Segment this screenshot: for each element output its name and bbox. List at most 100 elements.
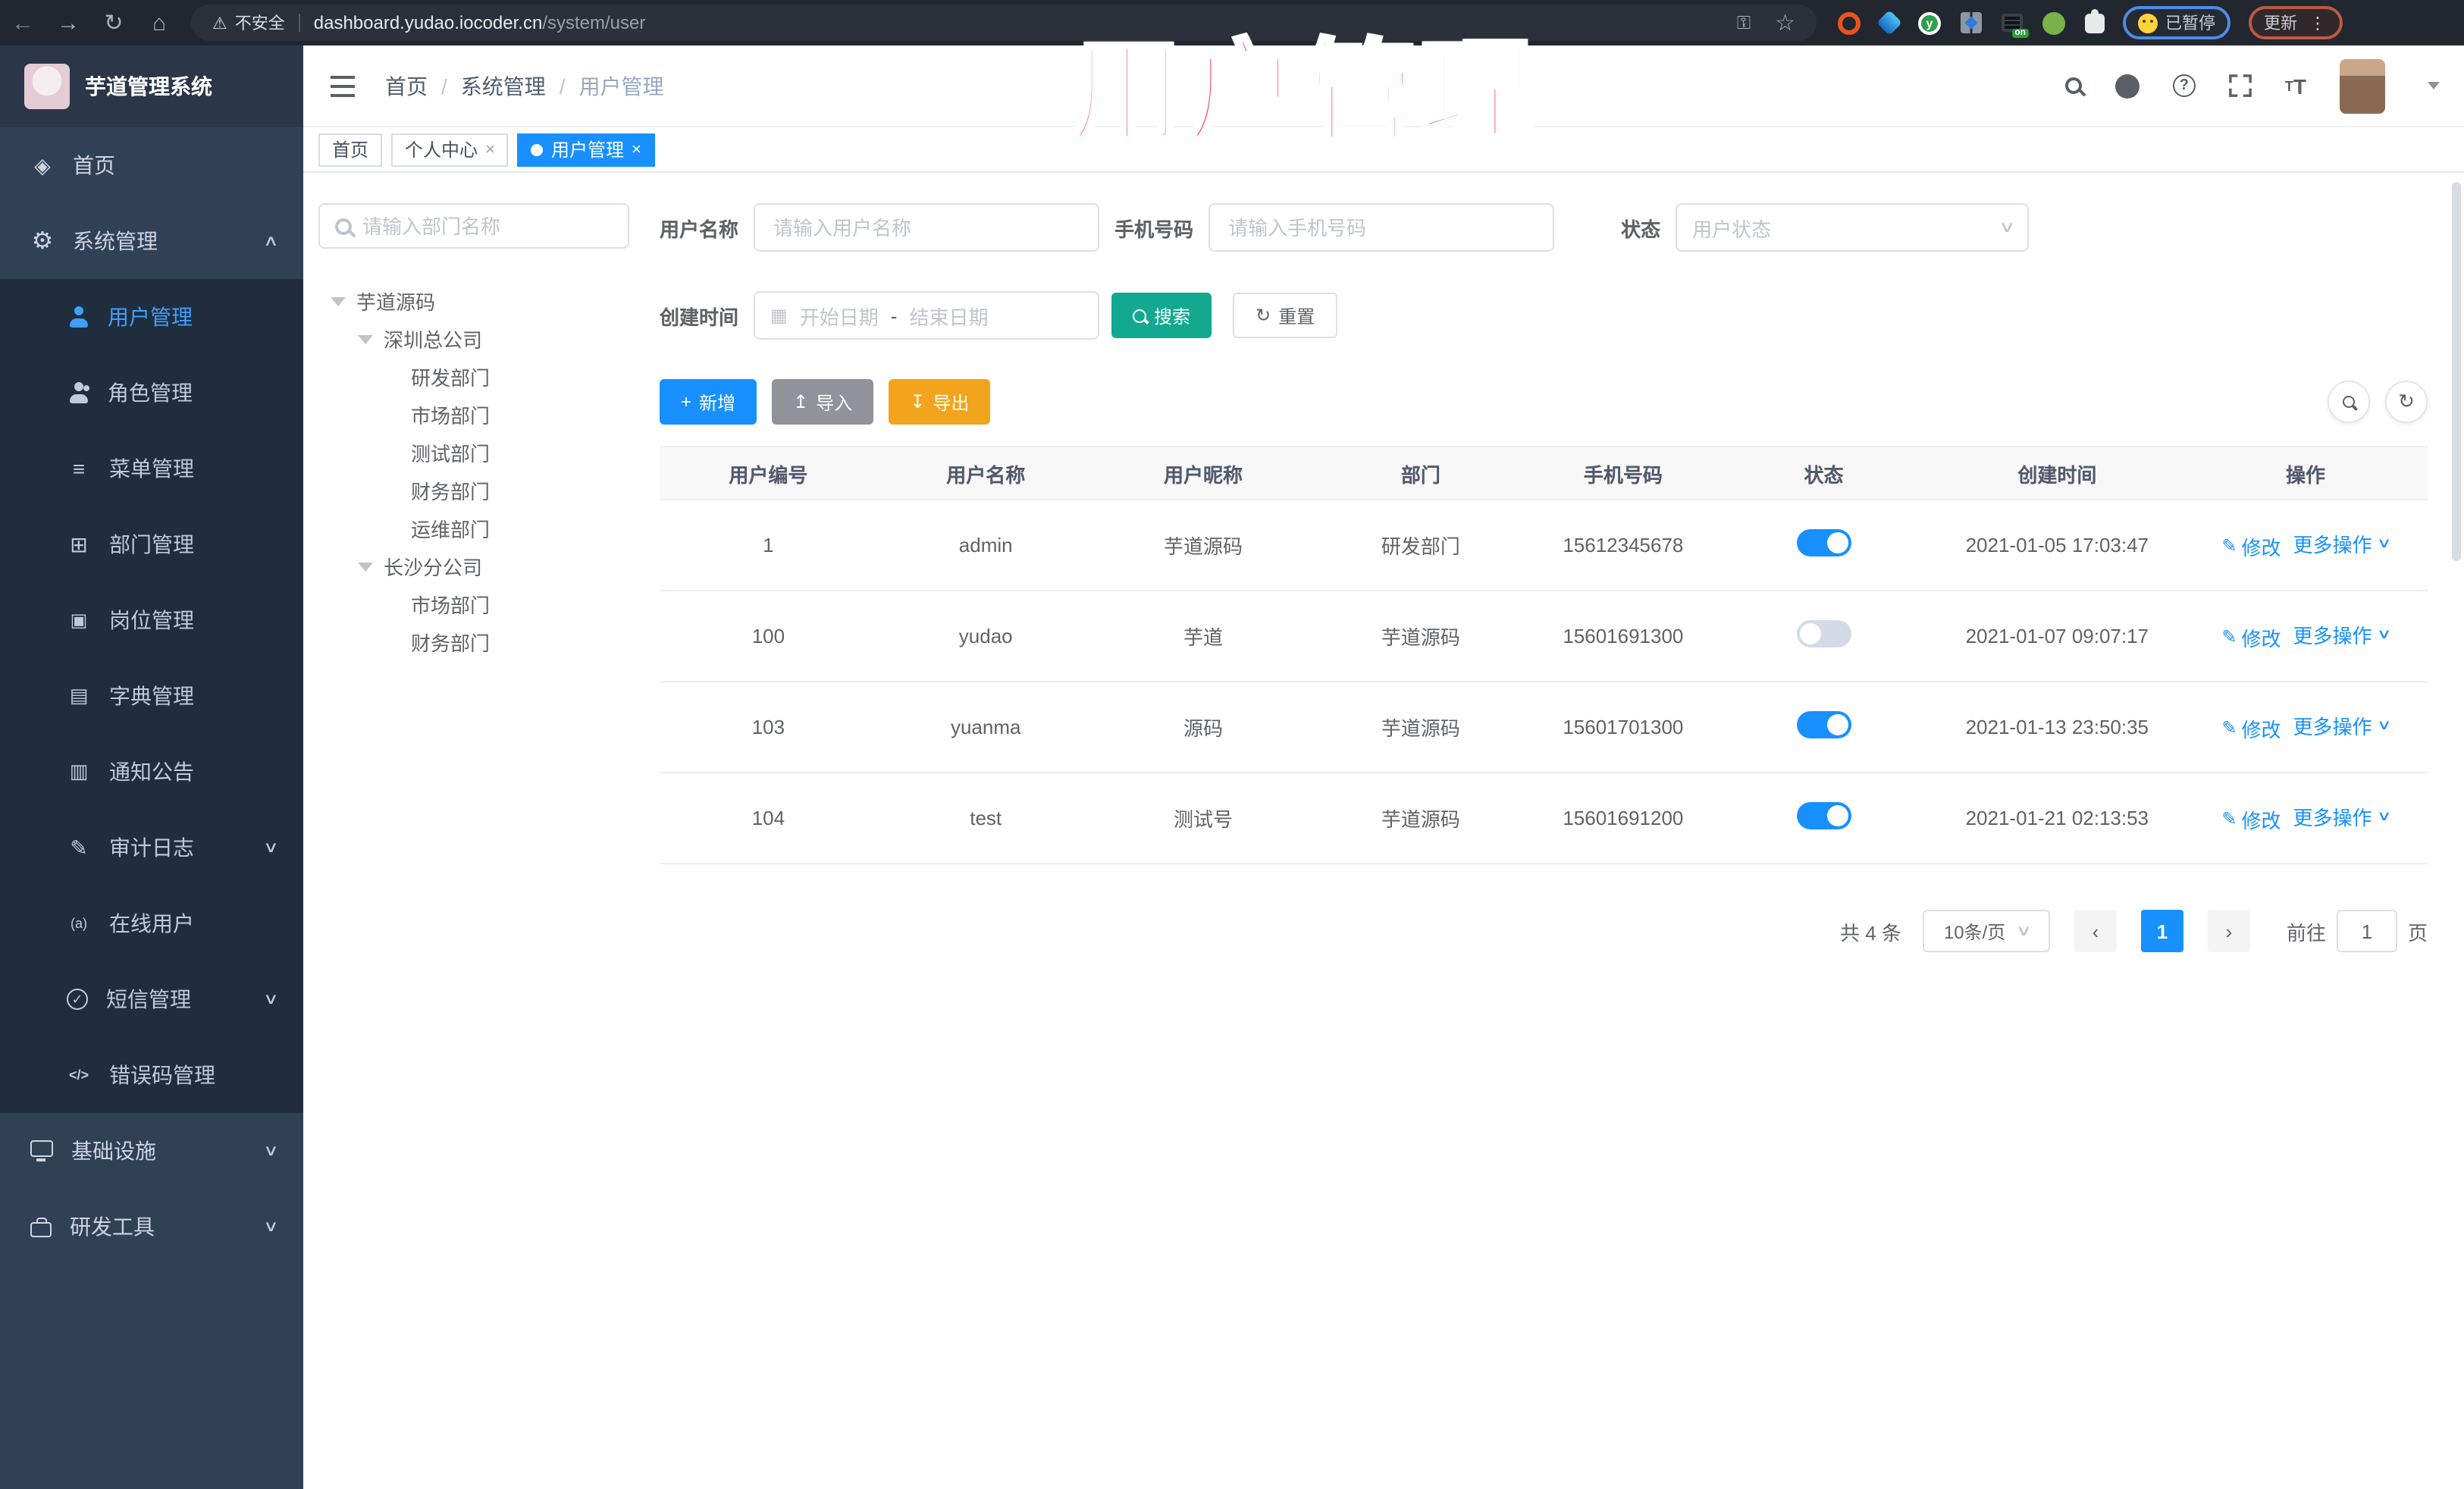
bookmark-star-icon[interactable]: ☆ bbox=[1775, 9, 1795, 36]
search-icon bbox=[1133, 309, 1147, 322]
sidebar-item-基础设施[interactable]: 基础设施 ∨ bbox=[0, 1113, 303, 1189]
edit-link[interactable]: ✎ 修改 bbox=[2221, 805, 2281, 834]
username-input[interactable] bbox=[754, 203, 1100, 252]
tree-node-研发部门[interactable]: 研发部门 bbox=[318, 358, 629, 396]
browser-forward-icon[interactable]: → bbox=[45, 10, 91, 36]
tree-node-财务部门[interactable]: 财务部门 bbox=[318, 472, 629, 509]
edit-link[interactable]: ✎ 修改 bbox=[2221, 532, 2281, 561]
sidebar-item-通知公告[interactable]: 通知公告 bbox=[0, 734, 303, 810]
tree-node-深圳总公司[interactable]: 深圳总公司 bbox=[318, 320, 629, 358]
status-toggle[interactable] bbox=[1796, 529, 1851, 556]
dept-search-box[interactable] bbox=[318, 203, 629, 249]
tree-node-财务部门[interactable]: 财务部门 bbox=[318, 623, 629, 661]
tree-expand-icon[interactable] bbox=[358, 562, 373, 571]
status-toggle[interactable] bbox=[1796, 802, 1851, 829]
extension-y-icon[interactable]: y bbox=[1918, 11, 1941, 34]
cell-created: 2021-01-13 23:50:35 bbox=[1930, 682, 2184, 773]
user-table: 用户编号 用户名称 用户昵称 部门 手机号码 状态 创建时间 操作 1 admin 芋道源码 研发部… bbox=[660, 446, 2428, 864]
goto-page-input[interactable] bbox=[2336, 910, 2397, 952]
add-user-button[interactable]: + 新增 bbox=[660, 379, 757, 425]
breadcrumb-home[interactable]: 首页 bbox=[385, 71, 428, 101]
tree-node-运维部门[interactable]: 运维部门 bbox=[318, 509, 629, 547]
browser-back-icon[interactable]: ← bbox=[0, 10, 45, 36]
more-actions-link[interactable]: 更多操作 ∨ bbox=[2293, 621, 2393, 650]
tree-node-长沙分公司[interactable]: 长沙分公司 bbox=[318, 547, 629, 585]
github-icon[interactable] bbox=[2114, 74, 2140, 98]
app-logo[interactable]: 芋道管理系统 bbox=[0, 45, 303, 127]
sidebar-item-角色管理[interactable]: 角色管理 bbox=[0, 355, 303, 431]
tab-个人中心[interactable]: 个人中心 × bbox=[391, 133, 509, 166]
next-page-button[interactable]: › bbox=[2207, 910, 2250, 952]
extension-ubuntu-icon[interactable] bbox=[1838, 11, 1861, 34]
extension-kite-icon[interactable] bbox=[1876, 10, 1902, 36]
column-header: 状态 bbox=[1716, 446, 1931, 500]
sidebar-item-岗位管理[interactable]: 岗位管理 bbox=[0, 582, 303, 658]
more-actions-link[interactable]: 更多操作 ∨ bbox=[2293, 803, 2393, 832]
browser-update-button[interactable]: 更新 ⋮ bbox=[2249, 6, 2343, 39]
status-toggle[interactable] bbox=[1796, 711, 1851, 738]
date-range-picker[interactable]: ▦ 开始日期 - 结束日期 bbox=[754, 291, 1100, 340]
sidebar-item-系统管理[interactable]: 系统管理 ∧ bbox=[0, 203, 303, 279]
refresh-table-button[interactable]: ↻ bbox=[2385, 381, 2428, 423]
tree-node-市场部门[interactable]: 市场部门 bbox=[318, 585, 629, 623]
more-actions-link[interactable]: 更多操作 ∨ bbox=[2293, 712, 2393, 741]
more-actions-link[interactable]: 更多操作 ∨ bbox=[2293, 530, 2393, 559]
tree-node-label: 运维部门 bbox=[411, 519, 491, 541]
export-button[interactable]: ↧ 导出 bbox=[889, 379, 991, 425]
edit-pencil-icon: ✎ bbox=[2221, 535, 2237, 557]
browser-profile-chip[interactable]: 已暂停 bbox=[2123, 6, 2230, 39]
page-size-select[interactable]: 10条/页 ∨ bbox=[1922, 910, 2050, 952]
edit-link[interactable]: ✎ 修改 bbox=[2221, 714, 2281, 743]
not-secure-warning-icon: ⚠ bbox=[212, 14, 227, 33]
tree-expand-icon[interactable] bbox=[331, 296, 346, 306]
page-1-button[interactable]: 1 bbox=[2140, 910, 2183, 952]
sidebar-item-审计日志[interactable]: 审计日志 ∨ bbox=[0, 810, 303, 886]
sidebar-item-用户管理[interactable]: 用户管理 bbox=[0, 279, 303, 355]
tab-用户管理[interactable]: 用户管理 × bbox=[517, 133, 655, 166]
extension-grid-icon[interactable] bbox=[1961, 12, 1982, 33]
help-icon[interactable]: ? bbox=[2172, 74, 2196, 97]
password-key-icon[interactable]: ⚿ bbox=[1737, 11, 1751, 34]
browser-home-icon[interactable]: ⌂ bbox=[136, 10, 182, 36]
address-bar[interactable]: ⚠ 不安全 dashboard.yudao.iocoder.cn /system… bbox=[191, 5, 1817, 41]
dept-search-input[interactable] bbox=[362, 215, 575, 237]
sidebar-item-错误码管理[interactable]: 错误码管理 bbox=[0, 1037, 303, 1113]
font-size-icon[interactable]: TT bbox=[2285, 74, 2306, 98]
close-icon[interactable]: × bbox=[632, 140, 641, 158]
sidebar-item-研发工具[interactable]: 研发工具 ∨ bbox=[0, 1189, 303, 1265]
status-toggle[interactable] bbox=[1796, 620, 1851, 647]
fullscreen-icon[interactable] bbox=[2229, 74, 2252, 97]
sidebar-item-首页[interactable]: 首页 bbox=[0, 127, 303, 203]
tree-expand-icon[interactable] bbox=[358, 334, 373, 343]
sidebar-item-短信管理[interactable]: 短信管理 ∨ bbox=[0, 961, 303, 1037]
extension-switch-icon[interactable]: on bbox=[2002, 14, 2029, 38]
tab-首页[interactable]: 首页 bbox=[318, 133, 383, 166]
browser-reload-icon[interactable]: ↻ bbox=[91, 9, 136, 36]
sidebar-item-在线用户[interactable]: 在线用户 bbox=[0, 886, 303, 961]
reset-button[interactable]: ↻ 重置 bbox=[1233, 293, 1338, 338]
tree-node-芋道源码[interactable]: 芋道源码 bbox=[318, 282, 629, 320]
search-button[interactable]: 搜索 bbox=[1111, 293, 1212, 338]
sidebar-collapse-icon[interactable] bbox=[331, 75, 358, 96]
user-avatar[interactable] bbox=[2340, 58, 2385, 113]
extensions-puzzle-icon[interactable] bbox=[2085, 8, 2105, 33]
import-button[interactable]: ↥ 导入 bbox=[772, 379, 874, 425]
toggle-search-button[interactable] bbox=[2328, 381, 2370, 423]
close-icon[interactable]: × bbox=[485, 140, 495, 158]
sidebar-item-菜单管理[interactable]: 菜单管理 bbox=[0, 431, 303, 506]
mobile-input[interactable] bbox=[1208, 203, 1555, 252]
breadcrumb-section[interactable]: 系统管理 bbox=[461, 71, 546, 101]
edit-link[interactable]: ✎ 修改 bbox=[2221, 623, 2281, 652]
calendar-icon: ▦ bbox=[770, 305, 788, 326]
status-select[interactable]: 用户状态 ∨ bbox=[1676, 203, 2030, 252]
sidebar-item-部门管理[interactable]: 部门管理 bbox=[0, 506, 303, 582]
tree-node-测试部门[interactable]: 测试部门 bbox=[318, 434, 629, 472]
avatar-dropdown-icon[interactable] bbox=[2428, 82, 2440, 89]
tree-node-市场部门[interactable]: 市场部门 bbox=[318, 396, 629, 434]
extension-key-icon[interactable] bbox=[2042, 11, 2065, 34]
header-search-icon[interactable] bbox=[2064, 77, 2082, 94]
window-scrollbar[interactable] bbox=[2452, 182, 2461, 561]
prev-page-button[interactable]: ‹ bbox=[2074, 910, 2117, 952]
sidebar-item-字典管理[interactable]: 字典管理 bbox=[0, 658, 303, 734]
browser-menu-icon[interactable]: ⋮ bbox=[2309, 13, 2328, 33]
